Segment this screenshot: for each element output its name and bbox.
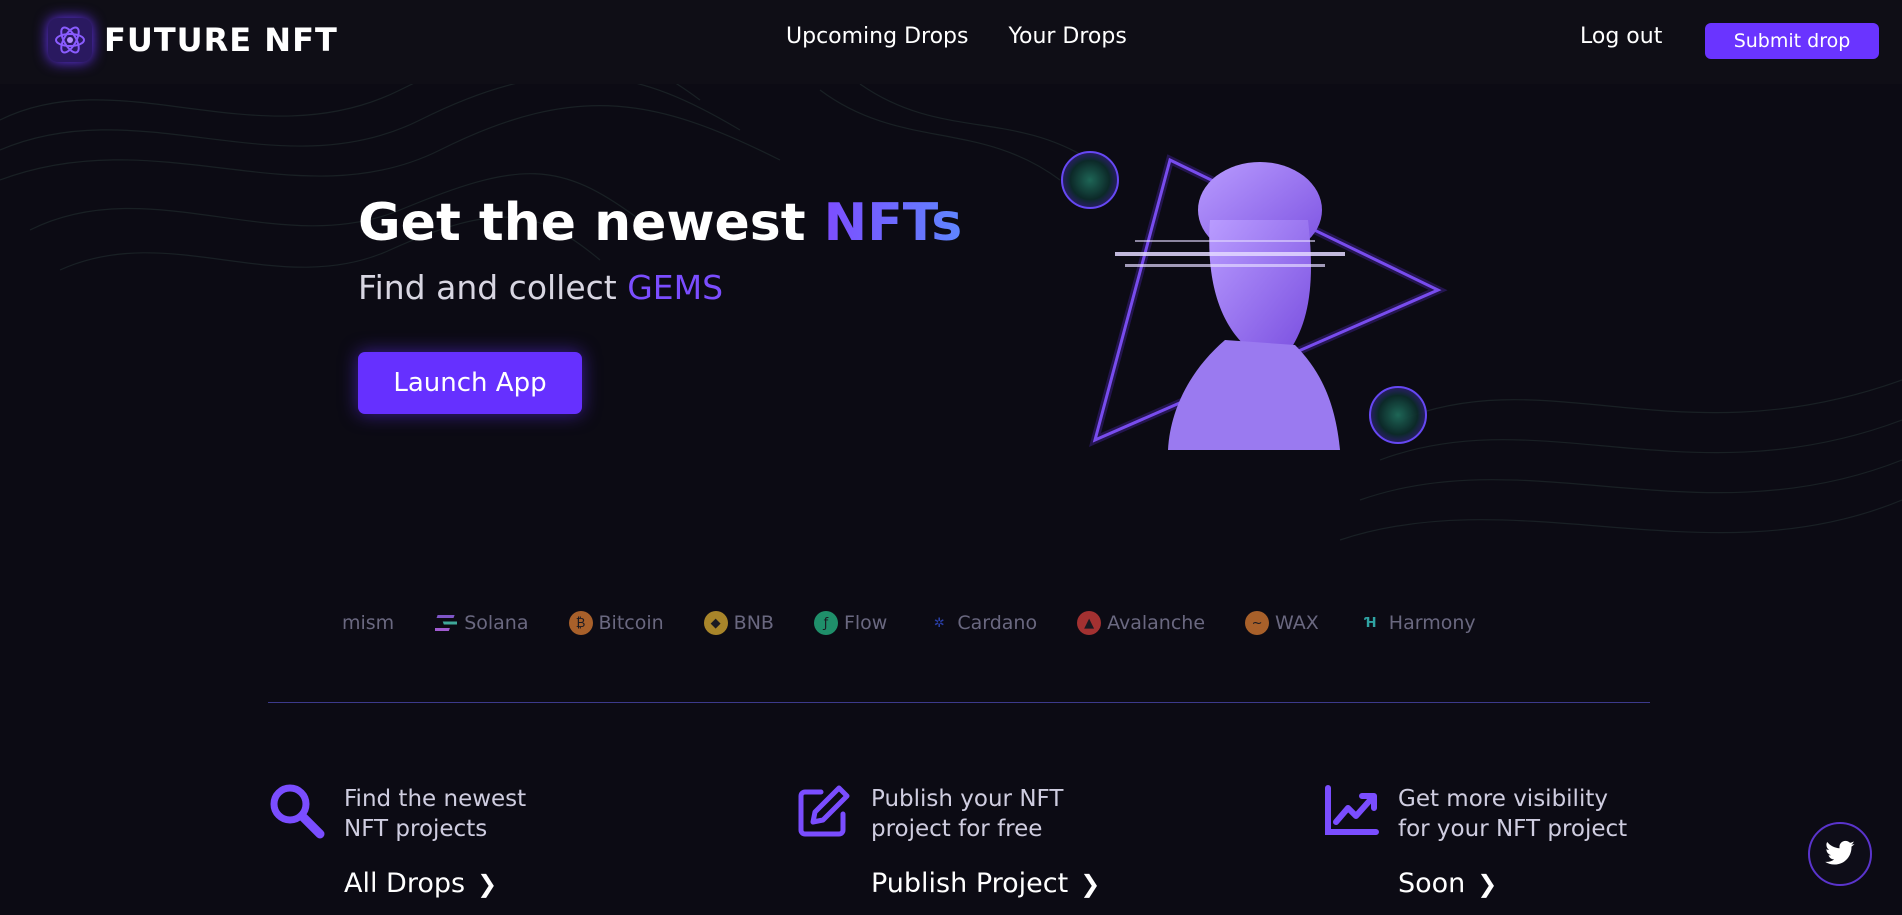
chain-item: ₿ Bitcoin [568, 611, 664, 635]
section-divider [268, 702, 1650, 703]
chain-label: Cardano [957, 612, 1038, 634]
wax-icon: ~ [1245, 611, 1270, 635]
feature-description: Publish your NFT project for free [871, 784, 1063, 844]
chain-item: Solana [434, 611, 529, 635]
cardano-icon: ✲ [933, 615, 945, 631]
chain-item: ◆ BNB [703, 611, 774, 635]
hero-title-main: Get the newest [358, 193, 824, 253]
hero-subtitle: Find and collect GEMS [358, 268, 723, 307]
feature-line: project for free [871, 816, 1043, 842]
feature-link-label: Soon [1398, 868, 1466, 899]
feature-line: Publish your NFT [871, 786, 1064, 812]
bitcoin-icon: ₿ [568, 611, 593, 635]
hero-title: Get the newest NFTs [358, 193, 962, 253]
publish-project-link[interactable]: Publish Project ❯ [871, 868, 1100, 899]
statue-bust-illustration [1061, 151, 1448, 450]
chevron-right-icon: ❯ [1080, 869, 1101, 898]
all-drops-link[interactable]: All Drops ❯ [344, 868, 497, 899]
chain-label: WAX [1275, 612, 1319, 634]
chain-item: ƒ Flow [813, 611, 888, 635]
feature-link-label: Publish Project [871, 868, 1069, 899]
edit-icon [798, 785, 850, 837]
chevron-right-icon: ❯ [1477, 869, 1498, 898]
logout-link[interactable]: Log out [1580, 24, 1662, 49]
chain-label: BNB [733, 612, 774, 634]
feature-line: Find the newest [344, 786, 527, 812]
chain-label: mism [342, 612, 395, 634]
twitter-icon [1825, 840, 1855, 865]
nav-your-drops[interactable]: Your Drops [1008, 24, 1126, 49]
chain-item: ▲ Avalanche [1077, 611, 1205, 635]
top-navbar: FUTURE NFT Upcoming Drops Your Drops Log… [0, 0, 1902, 84]
feature-line: Get more visibility [1398, 786, 1608, 812]
chain-item: ~ WAX [1245, 611, 1319, 635]
brand-name: FUTURE NFT [104, 21, 338, 59]
submit-drop-button[interactable]: Submit drop [1705, 23, 1879, 59]
hero-subtitle-accent: GEMS [627, 268, 724, 307]
nav-upcoming-drops[interactable]: Upcoming Drops [786, 24, 968, 49]
chart-up-icon [1325, 785, 1379, 835]
background-contour-lines [0, 45, 1902, 541]
twitter-button[interactable] [1808, 822, 1872, 886]
chain-label: Avalanche [1107, 612, 1206, 634]
hero-title-accent: NFTs [823, 193, 963, 253]
chain-label: Solana [464, 612, 529, 634]
chevron-right-icon: ❯ [477, 869, 498, 898]
harmony-icon: Ɦ [1365, 615, 1377, 631]
blockchain-list: mism Solana ₿ Bitcoin ◆ BNB ƒ Flow ✲ Car… [342, 605, 1572, 641]
atom-icon [48, 18, 92, 62]
soon-link[interactable]: Soon ❯ [1398, 868, 1497, 899]
flow-icon: ƒ [813, 611, 838, 635]
chain-item: Ɦ Harmony [1359, 611, 1476, 635]
nav-links: Upcoming Drops Your Drops [786, 24, 1167, 49]
bnb-icon: ◆ [703, 611, 728, 635]
chain-item: mism [342, 612, 394, 634]
feature-link-label: All Drops [344, 868, 466, 899]
feature-description: Get more visibility for your NFT project [1398, 784, 1627, 844]
chain-label: Bitcoin [598, 612, 664, 634]
avalanche-icon: ▲ [1077, 611, 1102, 635]
chain-label: Harmony [1388, 612, 1476, 634]
search-icon [270, 784, 325, 839]
chain-item: ✲ Cardano [927, 611, 1037, 635]
launch-app-button[interactable]: Launch App [358, 352, 582, 414]
feature-description: Find the newest NFT projects [344, 784, 526, 844]
solana-icon [434, 611, 458, 635]
feature-line: for your NFT project [1398, 816, 1628, 842]
hero-subtitle-main: Find and collect [358, 268, 628, 307]
feature-line: NFT projects [344, 816, 488, 842]
chain-label: Flow [843, 612, 888, 634]
brand-logo[interactable]: FUTURE NFT [48, 18, 338, 62]
